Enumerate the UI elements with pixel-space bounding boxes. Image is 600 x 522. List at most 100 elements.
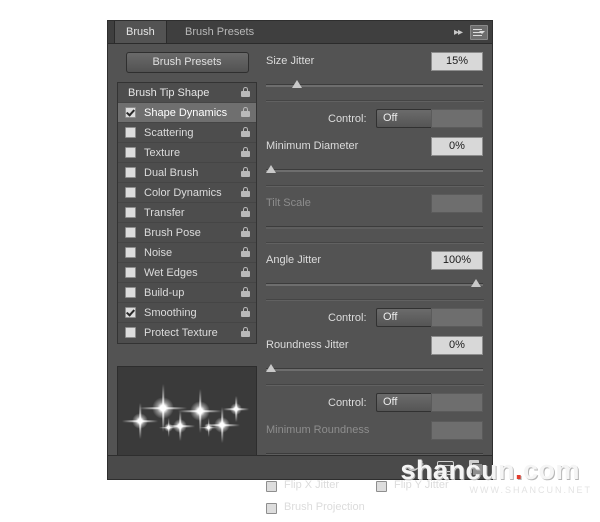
roundness-control-row: Control: Off <box>266 393 484 415</box>
checkbox-wet-edges[interactable] <box>125 267 136 278</box>
list-item-shape-dynamics[interactable]: Shape Dynamics <box>118 103 256 123</box>
list-item-dual-brush[interactable]: Dual Brush <box>118 163 256 183</box>
slider-thumb[interactable] <box>266 364 276 372</box>
roundness-control-value: Off <box>383 396 397 408</box>
size-jitter-label: Size Jitter <box>266 55 314 67</box>
panel-body: Brush Presets Brush Tip Shape Shape Dyna… <box>108 44 492 481</box>
lock-icon[interactable] <box>241 267 251 278</box>
list-item-label: Noise <box>144 247 172 259</box>
checkbox-color-dynamics[interactable] <box>125 187 136 198</box>
angle-control-extra-field[interactable] <box>431 308 483 327</box>
lock-icon[interactable] <box>241 127 251 138</box>
size-jitter-slider[interactable] <box>266 80 484 94</box>
checkbox-build-up[interactable] <box>125 287 136 298</box>
checkbox-flip-y-jitter[interactable] <box>376 481 387 492</box>
tilt-scale-slider <box>266 222 484 236</box>
right-column: Size Jitter 15% Control: Off Minimum Dia… <box>266 52 484 522</box>
divider <box>266 100 484 102</box>
checkbox-texture[interactable] <box>125 147 136 158</box>
watermark: shancun.com WWW.SHANCUN.NET <box>458 460 598 496</box>
list-item-transfer[interactable]: Transfer <box>118 203 256 223</box>
panel-menu-icon[interactable] <box>470 25 488 40</box>
checkbox-shape-dynamics[interactable] <box>125 107 136 118</box>
roundness-control-extra-field[interactable] <box>431 393 483 412</box>
divider <box>266 185 484 187</box>
lock-icon[interactable] <box>241 327 251 338</box>
tilt-scale-label: Tilt Scale <box>266 197 311 209</box>
minimum-diameter-row: Minimum Diameter 0% <box>266 137 484 163</box>
roundness-jitter-row: Roundness Jitter 0% <box>266 336 484 362</box>
lock-icon[interactable] <box>241 87 251 98</box>
list-item-wet-edges[interactable]: Wet Edges <box>118 263 256 283</box>
lock-icon[interactable] <box>241 147 251 158</box>
list-item-protect-texture[interactable]: Protect Texture <box>118 323 256 343</box>
lock-icon[interactable] <box>241 247 251 258</box>
checkbox-protect-texture[interactable] <box>125 327 136 338</box>
checkbox-transfer[interactable] <box>125 207 136 218</box>
tab-brush-presets[interactable]: Brush Presets <box>174 21 265 43</box>
lock-icon[interactable] <box>241 227 251 238</box>
lock-icon[interactable] <box>241 187 251 198</box>
list-item-brush-tip-shape[interactable]: Brush Tip Shape <box>118 83 256 103</box>
flip-x-jitter-label: Flip X Jitter <box>284 478 339 493</box>
angle-jitter-slider[interactable] <box>266 279 484 293</box>
list-item-scattering[interactable]: Scattering <box>118 123 256 143</box>
list-item-label: Scattering <box>144 127 194 139</box>
size-control-extra-field[interactable] <box>431 109 483 128</box>
roundness-jitter-slider[interactable] <box>266 364 484 378</box>
list-item-texture[interactable]: Texture <box>118 143 256 163</box>
left-column: Brush Presets Brush Tip Shape Shape Dyna… <box>117 52 257 344</box>
slider-thumb[interactable] <box>266 165 276 173</box>
size-control-label: Control: <box>328 113 367 125</box>
size-jitter-row: Size Jitter 15% <box>266 52 484 78</box>
size-jitter-value[interactable]: 15% <box>431 52 483 71</box>
angle-jitter-value[interactable]: 100% <box>431 251 483 270</box>
roundness-jitter-value[interactable]: 0% <box>431 336 483 355</box>
checkbox-brush-projection[interactable] <box>266 503 277 514</box>
list-item-noise[interactable]: Noise <box>118 243 256 263</box>
checkbox-dual-brush[interactable] <box>125 167 136 178</box>
checkbox-smoothing[interactable] <box>125 307 136 318</box>
list-item-label: Dual Brush <box>144 167 198 179</box>
size-control-row: Control: Off <box>266 109 484 131</box>
list-item-label: Texture <box>144 147 180 159</box>
list-item-label: Wet Edges <box>144 267 198 279</box>
list-item-color-dynamics[interactable]: Color Dynamics <box>118 183 256 203</box>
divider <box>266 299 484 301</box>
list-item-label: Brush Pose <box>144 227 201 239</box>
checkbox-flip-x-jitter[interactable] <box>266 481 277 492</box>
list-item-label: Color Dynamics <box>144 187 222 199</box>
tilt-scale-row: Tilt Scale <box>266 194 484 220</box>
list-item-build-up[interactable]: Build-up <box>118 283 256 303</box>
lock-icon[interactable] <box>241 167 251 178</box>
list-item-label: Smoothing <box>144 307 197 319</box>
brush-projection-label: Brush Projection <box>284 500 365 515</box>
slider-thumb[interactable] <box>471 279 481 287</box>
minimum-roundness-row: Minimum Roundness <box>266 421 484 447</box>
roundness-control-label: Control: <box>328 397 367 409</box>
tab-brush[interactable]: Brush <box>114 21 167 43</box>
list-item-label: Brush Tip Shape <box>128 87 209 99</box>
lock-icon[interactable] <box>241 107 251 118</box>
minimum-diameter-label: Minimum Diameter <box>266 140 358 152</box>
checkbox-scattering[interactable] <box>125 127 136 138</box>
slider-thumb[interactable] <box>292 80 302 88</box>
divider <box>266 384 484 386</box>
minimum-diameter-slider[interactable] <box>266 165 484 179</box>
angle-control-row: Control: Off <box>266 308 484 330</box>
list-item-brush-pose[interactable]: Brush Pose <box>118 223 256 243</box>
angle-control-value: Off <box>383 311 397 323</box>
double-chevron-right-icon[interactable]: ▸▸ <box>454 27 462 38</box>
lock-icon[interactable] <box>241 287 251 298</box>
brush-presets-button[interactable]: Brush Presets <box>126 52 249 73</box>
minimum-roundness-label: Minimum Roundness <box>266 424 369 436</box>
angle-jitter-label: Angle Jitter <box>266 254 321 266</box>
list-item-label: Build-up <box>144 287 184 299</box>
list-item-smoothing[interactable]: Smoothing <box>118 303 256 323</box>
list-item-label: Protect Texture <box>144 327 218 339</box>
checkbox-brush-pose[interactable] <box>125 227 136 238</box>
lock-icon[interactable] <box>241 307 251 318</box>
lock-icon[interactable] <box>241 207 251 218</box>
minimum-diameter-value[interactable]: 0% <box>431 137 483 156</box>
checkbox-noise[interactable] <box>125 247 136 258</box>
